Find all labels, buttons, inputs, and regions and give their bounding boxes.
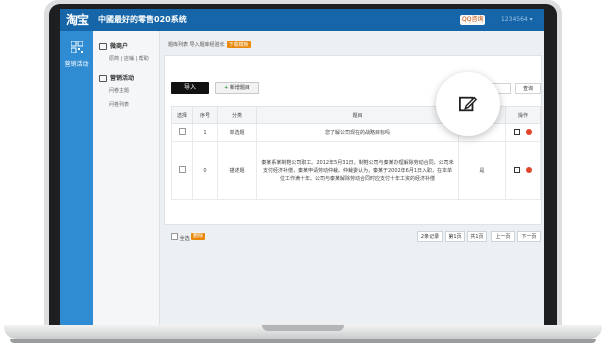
row-question: 您了解公司现在的战略目标吗 — [256, 123, 459, 142]
plus-icon: + — [224, 85, 229, 91]
download-template-button[interactable]: 下载模板 — [226, 41, 251, 48]
edit-icon — [459, 96, 477, 112]
qq-label: QQ咨询 — [462, 16, 484, 23]
sub-nav: 微商户 原简 | 店铺 | 帮助 营销活动 问卷主题 问卷列表 — [93, 31, 160, 325]
qr-code-icon — [71, 41, 83, 53]
top-bar: 淘宝 中國最好的零售020系统 QQ咨询 1234564 ▾ — [60, 9, 544, 31]
laptop-shadow — [10, 339, 596, 343]
select-all-checkbox[interactable] — [171, 233, 178, 240]
prev-page-button[interactable]: 上一页 — [491, 231, 515, 242]
import-button[interactable]: 导入 — [171, 82, 209, 94]
subnav-item-survey-topic[interactable]: 问卷主题 — [109, 87, 129, 94]
row-checkbox[interactable] — [178, 166, 186, 173]
next-page-button[interactable]: 下一页 — [517, 231, 541, 242]
edit-icon[interactable] — [514, 167, 520, 174]
row-checkbox[interactable] — [178, 128, 186, 135]
laptop-notch — [262, 325, 344, 331]
row-question: 秦某系某制鞋公司职工。2012年5月31日，制鞋公司与秦某办理解除劳动合同，公司… — [256, 141, 459, 200]
calendar-icon — [99, 75, 107, 82]
row-index: 0 — [192, 141, 218, 200]
subnav-section-store[interactable]: 微商户 — [99, 41, 128, 50]
nav-item-marketing[interactable]: 营销活动 — [60, 59, 93, 68]
row-actions — [505, 141, 541, 200]
subnav-section-marketing[interactable]: 营销活动 — [99, 73, 134, 82]
subnav-section-label: 营销活动 — [110, 75, 135, 82]
app-title: 中國最好的零售020系统 — [98, 15, 187, 24]
select-all[interactable]: 全选 — [171, 233, 190, 242]
select-all-label: 全选 — [179, 236, 190, 242]
table-footer: 全选 删除 2条记录 第1页 共1页 上一页 下一页 — [171, 231, 541, 243]
col-index: 序号 — [192, 106, 218, 124]
subnav-item-store-links[interactable]: 原简 | 店铺 | 帮助 — [109, 55, 149, 62]
user-menu[interactable]: 1234564 ▾ — [501, 15, 533, 25]
delete-icon[interactable] — [526, 129, 532, 136]
col-category: 分类 — [217, 106, 257, 124]
qq-consult-button[interactable]: QQ咨询 — [460, 15, 486, 25]
search-button[interactable]: 查询 — [515, 83, 541, 94]
table-row: 0 描述题 秦某系某制鞋公司职工。2012年5月31日，制鞋公司与秦某办理解除劳… — [171, 141, 541, 200]
row-category: 描述题 — [217, 141, 257, 200]
breadcrumb-text: 题库列表 导入题库经验长 — [168, 42, 225, 48]
zoom-callout — [436, 72, 500, 136]
store-icon — [99, 43, 107, 50]
total-pages: 共1页 — [467, 231, 487, 242]
subnav-item-survey-list[interactable]: 问卷列表 — [109, 101, 129, 108]
laptop-screen: 淘宝 中國最好的零售020系统 QQ咨询 1234564 ▾ 营销活动 微商户 … — [60, 9, 544, 325]
row-category: 单选题 — [217, 123, 257, 142]
left-nav: 营销活动 — [60, 31, 93, 325]
breadcrumb: 题库列表 导入题库经验长 下载模板 — [168, 41, 251, 48]
bulk-delete-button[interactable]: 删除 — [191, 233, 206, 240]
current-page: 第1页 — [445, 231, 465, 242]
row-actions — [505, 123, 541, 142]
col-operation: 操作 — [505, 106, 541, 124]
col-question: 题目 — [256, 106, 459, 124]
chevron-down-icon: ▾ — [529, 16, 533, 23]
col-select: 选择 — [171, 106, 193, 124]
row-index: 1 — [192, 123, 218, 142]
delete-icon[interactable] — [526, 167, 532, 174]
subnav-section-label: 微商户 — [110, 43, 129, 50]
app-logo: 淘宝 — [66, 13, 89, 27]
main-content: 题库列表 导入题库经验长 下载模板 导入 + 新增题目 查询 选择 序号 分类 题… — [160, 31, 544, 325]
row-answer: 是 — [458, 141, 506, 200]
add-question-button[interactable]: + 新增题目 — [215, 82, 259, 94]
add-question-label: 新增题目 — [229, 85, 250, 91]
edit-icon[interactable] — [514, 129, 520, 136]
user-label: 1234564 — [501, 16, 528, 23]
record-count: 2条记录 — [417, 231, 443, 242]
